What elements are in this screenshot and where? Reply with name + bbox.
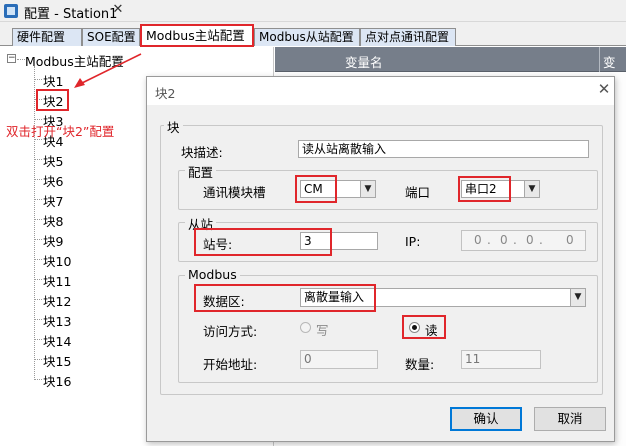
tree-item-block-1[interactable]: 块1 bbox=[43, 71, 63, 90]
tree-guide bbox=[35, 79, 42, 80]
tree-guide bbox=[35, 119, 42, 120]
port-label: 端口 bbox=[405, 185, 431, 200]
tree-item-block-13[interactable]: 块13 bbox=[43, 311, 71, 330]
tree-item-block-6[interactable]: 块6 bbox=[43, 171, 63, 190]
tab-modbus-slave-config[interactable]: Modbus从站配置 bbox=[254, 28, 360, 46]
ip-dot: . bbox=[513, 233, 517, 247]
column-divider[interactable] bbox=[599, 47, 600, 72]
radio-write bbox=[300, 322, 311, 333]
count-input: 11 bbox=[461, 350, 541, 369]
group-modbus-label: Modbus bbox=[185, 267, 240, 282]
tree-item-block-9[interactable]: 块9 bbox=[43, 231, 63, 250]
chevron-down-icon[interactable]: ▼ bbox=[360, 181, 375, 197]
tree-guide bbox=[35, 299, 42, 300]
window-title: 配置 - Station1 bbox=[24, 7, 118, 22]
tree-item-block-12[interactable]: 块12 bbox=[43, 291, 71, 310]
ip-label: IP: bbox=[405, 234, 421, 249]
tree-guide bbox=[35, 179, 42, 180]
tree-guide bbox=[35, 359, 42, 360]
tree-guide bbox=[17, 59, 25, 60]
tree-guide bbox=[35, 199, 42, 200]
tab-p2p-comm-config[interactable]: 点对点通讯配置 bbox=[360, 28, 456, 46]
block-desc-input[interactable]: 读从站离散输入 bbox=[298, 140, 589, 158]
tab-hardware-config[interactable]: 硬件配置 bbox=[12, 28, 82, 46]
dialog-title-bar bbox=[147, 77, 614, 105]
highlight-slot bbox=[295, 175, 337, 203]
grid-header bbox=[275, 47, 626, 72]
annotation-text: 双击打开“块2”配置 bbox=[6, 124, 115, 139]
block-desc-label: 块描述: bbox=[181, 145, 223, 160]
tree-item-block-10[interactable]: 块10 bbox=[43, 251, 71, 270]
tree-item-block-16[interactable]: 块16 bbox=[43, 371, 71, 390]
tree-item-block-8[interactable]: 块8 bbox=[43, 211, 63, 230]
chevron-down-icon[interactable]: ▼ bbox=[524, 181, 539, 197]
chevron-down-icon[interactable]: ▼ bbox=[570, 289, 585, 306]
tree-item-block-14[interactable]: 块14 bbox=[43, 331, 71, 350]
tree-guide bbox=[35, 319, 42, 320]
start-address-label: 开始地址: bbox=[203, 357, 258, 372]
group-config-label: 配置 bbox=[185, 162, 217, 181]
tree-item-block-5[interactable]: 块5 bbox=[43, 151, 63, 170]
tab-soe-config[interactable]: SOE配置 bbox=[82, 28, 140, 46]
tree-item-block-15[interactable]: 块15 bbox=[43, 351, 71, 370]
ip-dot: . bbox=[539, 233, 543, 247]
tree-guide bbox=[35, 279, 42, 280]
highlight-read bbox=[402, 315, 446, 339]
ip-octet-1: 0 bbox=[474, 233, 482, 247]
close-icon[interactable]: ✕ bbox=[110, 2, 126, 18]
start-address-input: 0 bbox=[300, 350, 378, 369]
ip-octet-3: 0 bbox=[526, 233, 534, 247]
tree-item-block-11[interactable]: 块11 bbox=[43, 271, 71, 290]
ip-octet-2: 0 bbox=[500, 233, 508, 247]
tree-item-block-7[interactable]: 块7 bbox=[43, 191, 63, 210]
ip-octet-4: 0 bbox=[566, 233, 574, 247]
tree-guide bbox=[35, 339, 42, 340]
tab-modbus-master-config[interactable]: Modbus主站配置 bbox=[140, 24, 254, 47]
comm-slot-label: 通讯模块槽 bbox=[203, 185, 266, 200]
ip-dot: . bbox=[487, 233, 491, 247]
radio-write-label: 写 bbox=[316, 323, 329, 338]
highlight-data-area bbox=[194, 284, 376, 312]
highlight-block2 bbox=[36, 89, 69, 111]
tree-guide bbox=[35, 259, 42, 260]
tree-root-modbus-master[interactable]: Modbus主站配置 bbox=[25, 51, 124, 70]
highlight-station bbox=[194, 228, 332, 256]
count-label: 数量: bbox=[405, 357, 435, 372]
group-block-label: 块 bbox=[164, 117, 183, 136]
tree-guide bbox=[35, 239, 42, 240]
highlight-port bbox=[458, 176, 511, 202]
collapse-icon[interactable]: − bbox=[7, 54, 16, 63]
tree-guide bbox=[35, 159, 42, 160]
close-icon[interactable]: ✕ bbox=[596, 79, 612, 99]
confirm-button[interactable]: 确认 bbox=[450, 407, 522, 431]
tree-guide bbox=[35, 219, 42, 220]
cancel-button[interactable]: 取消 bbox=[534, 407, 606, 431]
tree-guide bbox=[35, 379, 42, 380]
app-icon bbox=[4, 4, 18, 18]
column-header-variable-name[interactable]: 变量名 bbox=[345, 52, 383, 71]
tree-guide bbox=[34, 66, 35, 380]
access-mode-label: 访问方式: bbox=[203, 324, 258, 339]
dialog-title: 块2 bbox=[155, 86, 176, 101]
